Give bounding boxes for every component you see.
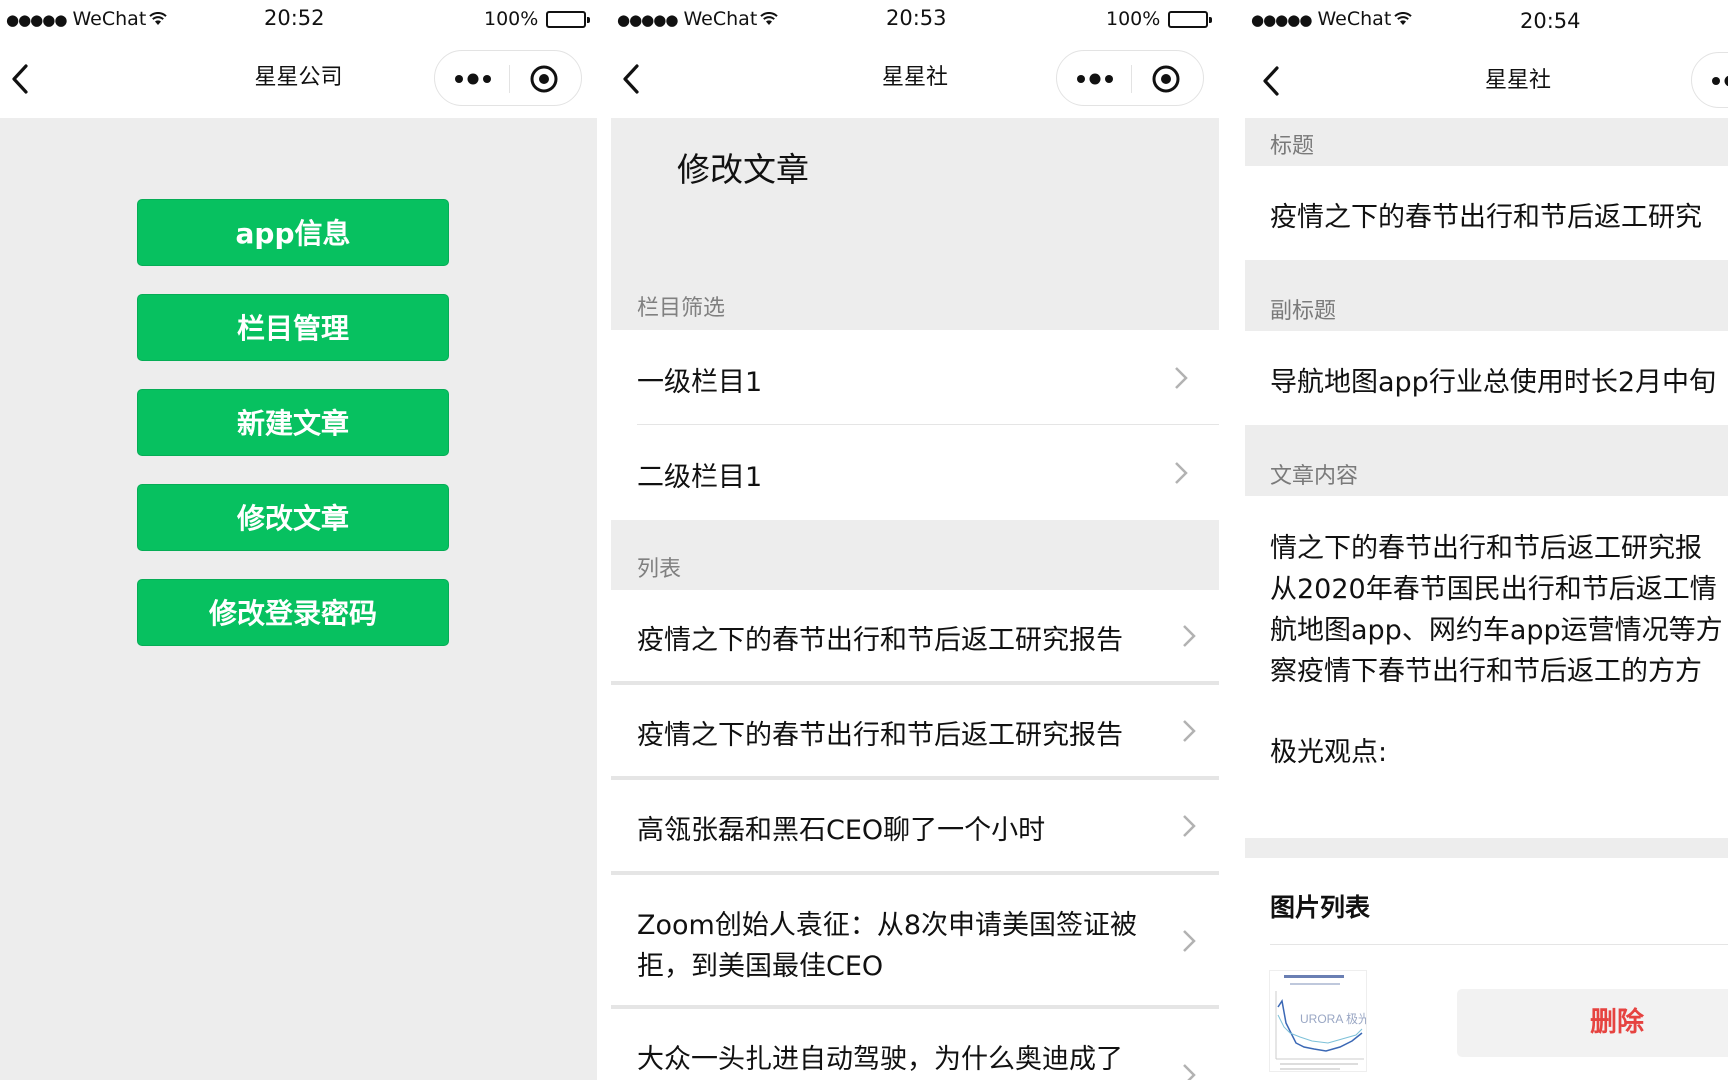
chevron-right-icon: [1183, 720, 1196, 742]
category-manage-button[interactable]: 栏目管理: [137, 294, 449, 361]
title-value: 疫情之下的春节出行和节后返工研究: [1270, 202, 1702, 233]
status-time: 20:54: [1520, 9, 1581, 33]
nav-bar: 星星社: [611, 40, 1219, 118]
battery-icon: [1168, 11, 1213, 28]
chevron-right-icon: [1183, 1064, 1196, 1080]
new-article-button[interactable]: 新建文章: [137, 389, 449, 456]
mini-program-capsule: [434, 50, 582, 106]
battery-icon: [546, 11, 591, 28]
nav-title: 星星社: [1484, 68, 1551, 93]
chevron-right-icon: [1175, 367, 1188, 389]
nav-bar: 星星社: [1245, 40, 1728, 118]
article-title-line2: 拒，到美国最佳CEO: [637, 951, 884, 982]
filter-group: 一级栏目1 二级栏目1: [611, 330, 1219, 520]
status-bar: ●●●●● WeChat 20:54: [1245, 0, 1728, 40]
status-time: 20:52: [264, 6, 325, 30]
carrier: ●●●●● WeChat: [6, 8, 167, 30]
image-list-title: 图片列表: [1270, 893, 1371, 922]
chevron-right-icon: [1183, 815, 1196, 837]
chevron-right-icon: [1183, 930, 1196, 952]
status-bar: ●●●●● WeChat 20:52 100%: [0, 0, 597, 40]
chevron-right-icon: [1175, 462, 1188, 484]
close-target-icon[interactable]: [1151, 64, 1181, 94]
article-title: 大众一头扎进自动驾驶，为什么奥迪成了: [637, 1044, 1123, 1075]
title-input[interactable]: 疫情之下的春节出行和节后返工研究: [1245, 166, 1728, 260]
status-bar: ●●●●● WeChat 20:53 100%: [611, 0, 1219, 40]
chart-thumbnail-icon: URORA 极光: [1270, 971, 1367, 1071]
article-list: 疫情之下的春节出行和节后返工研究报告 疫情之下的春节出行和节后返工研究报告 高瓴…: [611, 590, 1219, 1080]
content-line: 察疫情下春节出行和节后返工的方方: [1270, 656, 1702, 687]
edit-article-button[interactable]: 修改文章: [137, 484, 449, 551]
title-label: 标题: [1270, 134, 1315, 159]
list-section-label: 列表: [637, 557, 682, 582]
svg-text:URORA 极光: URORA 极光: [1300, 1012, 1367, 1026]
subtitle-label: 副标题: [1270, 299, 1337, 324]
mini-program-capsule: [1691, 52, 1728, 108]
article-title: 高瓴张磊和黑石CEO聊了一个小时: [637, 815, 1046, 846]
content-label: 文章内容: [1270, 464, 1359, 489]
wifi-icon: [149, 12, 167, 25]
filter-item-label: 二级栏目1: [637, 462, 763, 493]
app-info-button[interactable]: app信息: [137, 199, 449, 266]
subtitle-value: 导航地图app行业总使用时长2月中旬: [1270, 367, 1717, 398]
screen-edit-article-list: ●●●●● WeChat 20:53 100% 星星社 修改文章 栏目筛选 一级…: [611, 0, 1219, 1080]
more-dots-icon[interactable]: [1710, 69, 1728, 93]
more-dots-icon[interactable]: [1075, 67, 1115, 91]
content-line: 航地图app、网约车app运营情况等方: [1270, 615, 1723, 646]
wifi-icon: [1394, 12, 1412, 25]
change-password-button[interactable]: 修改登录密码: [137, 579, 449, 646]
content-line: 情之下的春节出行和节后返工研究报: [1270, 533, 1702, 564]
content-line: 从2020年春节国民出行和节后返工情: [1270, 574, 1717, 605]
image-thumbnail[interactable]: URORA 极光: [1269, 970, 1367, 1072]
filter-section-label: 栏目筛选: [637, 296, 726, 321]
content-line: 极光观点:: [1270, 737, 1388, 768]
carrier: ●●●●● WeChat: [1251, 8, 1412, 30]
screen-article-edit-form: ●●●●● WeChat 20:54 星星社 标题 疫情之下的春节出行和节后返工…: [1245, 0, 1728, 1080]
delete-image-button[interactable]: 删除: [1457, 989, 1728, 1057]
subtitle-input[interactable]: 导航地图app行业总使用时长2月中旬: [1245, 331, 1728, 425]
battery-indicator: 100%: [1106, 8, 1213, 30]
more-dots-icon[interactable]: [453, 67, 493, 91]
content-textarea[interactable]: 情之下的春节出行和节后返工研究报 从2020年春节国民出行和节后返工情 航地图a…: [1245, 496, 1728, 838]
wifi-icon: [760, 12, 778, 25]
battery-indicator: 100%: [484, 8, 591, 30]
article-title-line1: Zoom创始人袁征：从8次申请美国签证被: [637, 910, 1138, 941]
nav-bar: 星星公司: [0, 40, 597, 118]
close-target-icon[interactable]: [529, 64, 559, 94]
mini-program-capsule: [1056, 50, 1204, 106]
page-heading: 修改文章: [677, 150, 809, 189]
screen-home: ●●●●● WeChat 20:52 100% 星星公司 app信息 栏目管理 …: [0, 0, 597, 1080]
article-title: 疫情之下的春节出行和节后返工研究报告: [637, 720, 1123, 751]
article-title: 疫情之下的春节出行和节后返工研究报告: [637, 625, 1123, 656]
chevron-right-icon: [1183, 625, 1196, 647]
carrier: ●●●●● WeChat: [617, 8, 778, 30]
filter-item-label: 一级栏目1: [637, 367, 763, 398]
status-time: 20:53: [886, 6, 947, 30]
